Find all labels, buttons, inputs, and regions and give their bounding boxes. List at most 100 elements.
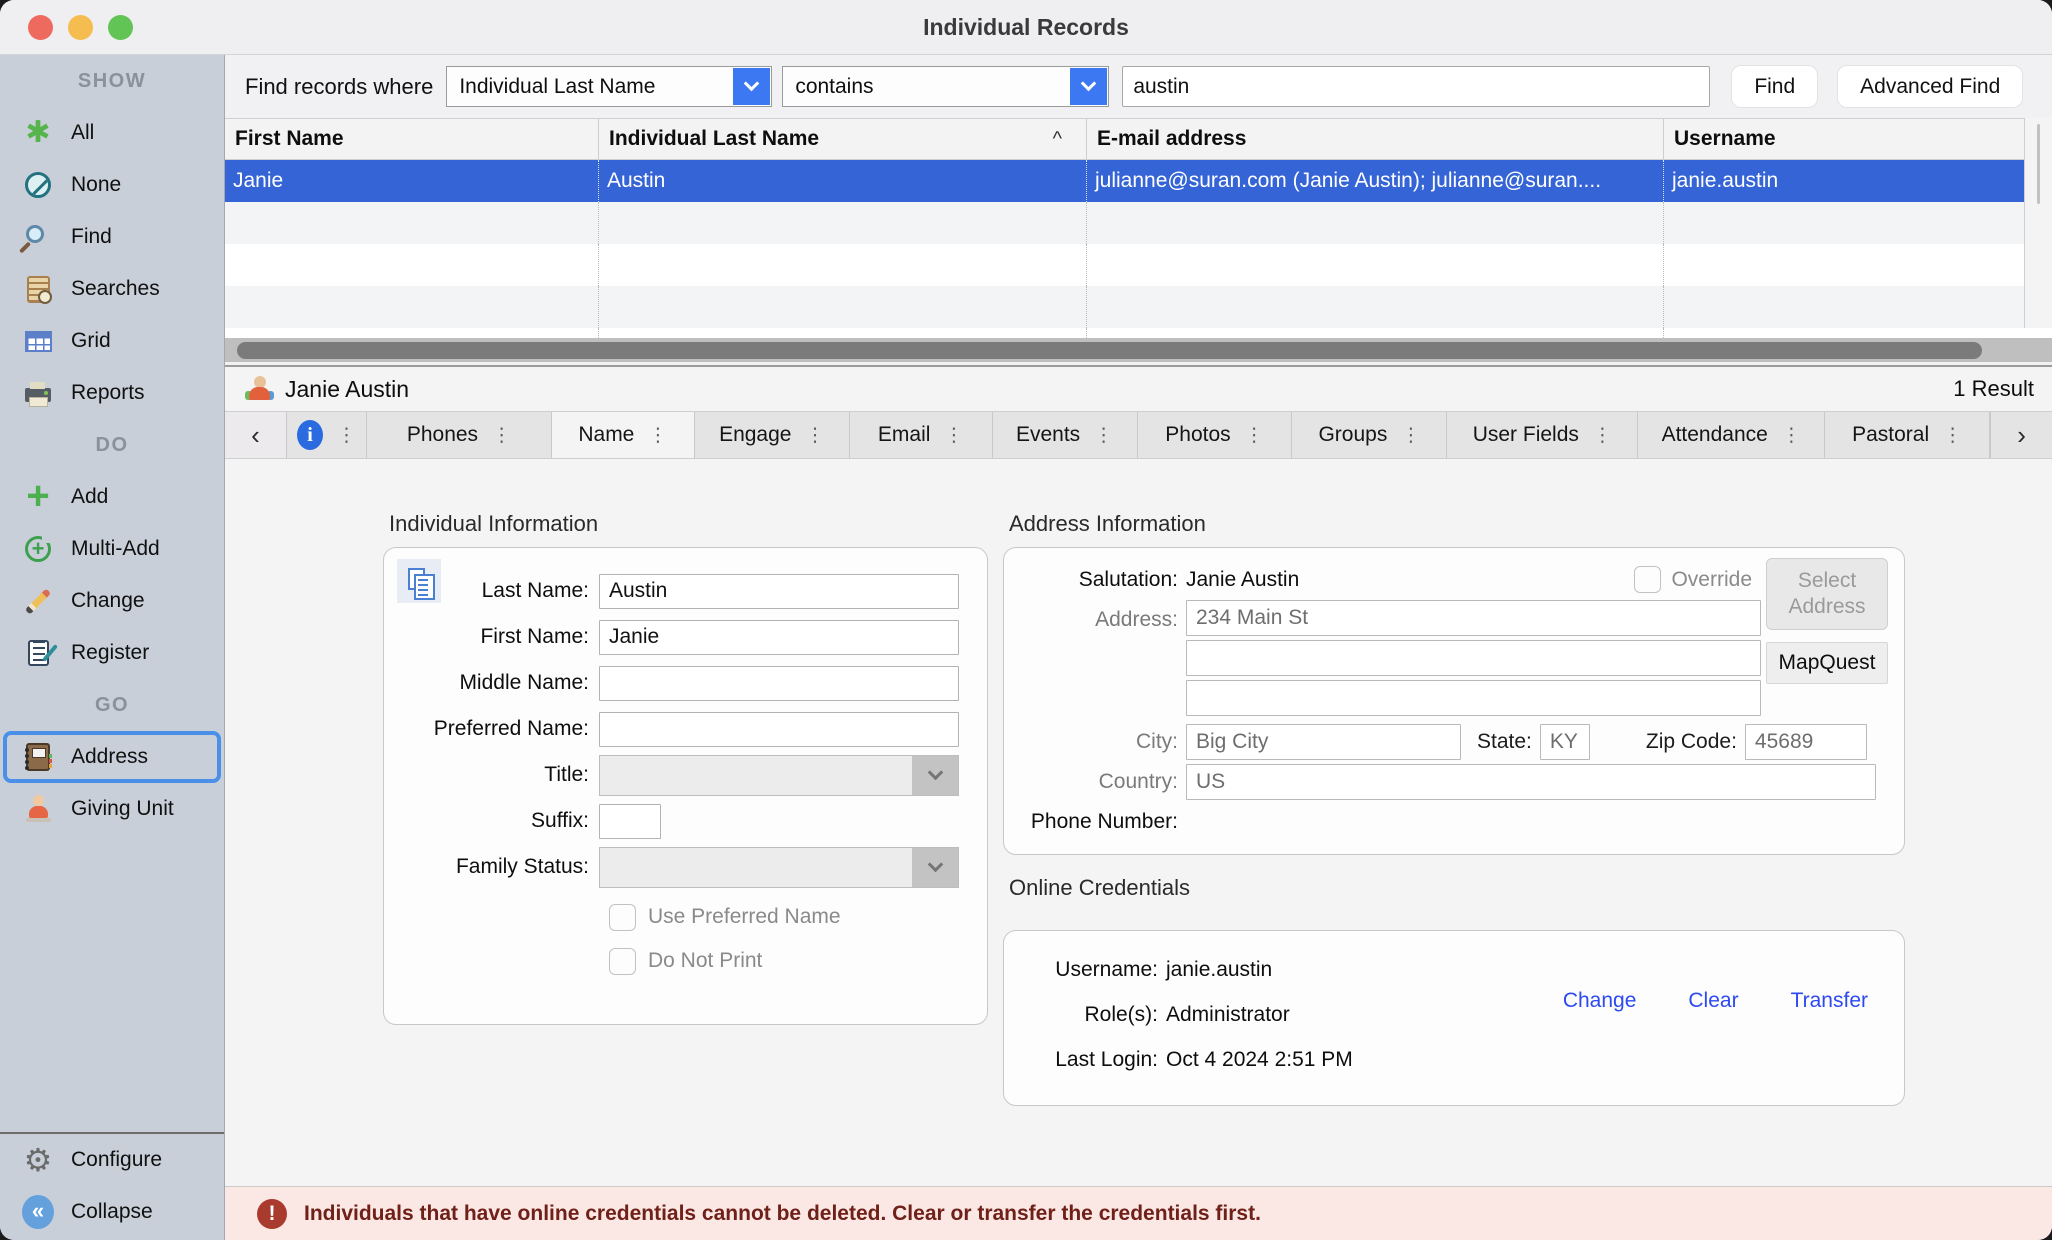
sidebar-item-all[interactable]: All xyxy=(0,107,224,159)
info-icon: i xyxy=(297,420,323,450)
sidebar-item-add[interactable]: Add xyxy=(0,471,224,523)
vertical-scrollbar[interactable] xyxy=(2024,118,2052,328)
tab-menu-dots-icon[interactable]: ⋮ xyxy=(1593,424,1612,446)
zip-code-field[interactable] xyxy=(1745,724,1867,760)
saved-searches-icon xyxy=(22,273,54,305)
tab-menu-dots-icon[interactable]: ⋮ xyxy=(1094,424,1113,446)
family-status-select[interactable] xyxy=(599,847,959,888)
address-line2-field[interactable] xyxy=(1186,640,1761,676)
last-name-field[interactable] xyxy=(599,574,959,609)
tab-menu-dots-icon[interactable]: ⋮ xyxy=(492,424,511,446)
select-address-button[interactable]: Select Address xyxy=(1766,558,1888,630)
tab-events[interactable]: Events⋮ xyxy=(993,412,1138,458)
tabs-scroll-left-button[interactable]: ‹ xyxy=(225,412,287,458)
pencil-icon xyxy=(22,585,54,617)
do-not-print-checkbox[interactable] xyxy=(609,948,636,975)
table-row-empty xyxy=(225,286,2052,328)
field-select[interactable]: Individual Last Name xyxy=(446,66,772,107)
close-window-button[interactable] xyxy=(28,15,53,40)
tab-menu-dots-icon[interactable]: ⋮ xyxy=(1943,424,1962,446)
address-line3-field[interactable] xyxy=(1186,680,1761,716)
override-checkbox[interactable] xyxy=(1634,566,1661,593)
tab-email[interactable]: Email⋮ xyxy=(850,412,993,458)
change-credentials-link[interactable]: Change xyxy=(1563,989,1637,1013)
table-row-empty xyxy=(225,328,2052,338)
sidebar-item-find[interactable]: Find xyxy=(0,211,224,263)
column-header-last-name[interactable]: Individual Last Name ^ xyxy=(598,119,1086,159)
use-preferred-name-label: Use Preferred Name xyxy=(648,905,841,929)
tab-name[interactable]: Name⋮ xyxy=(552,412,695,458)
chevron-down-icon[interactable] xyxy=(733,68,770,105)
tab-menu-dots-icon[interactable]: ⋮ xyxy=(944,424,963,446)
preferred-name-field[interactable] xyxy=(599,712,959,747)
minimize-window-button[interactable] xyxy=(68,15,93,40)
city-field[interactable] xyxy=(1186,724,1461,760)
sidebar-item-address[interactable]: Address xyxy=(3,731,221,783)
horizontal-scrollbar[interactable] xyxy=(225,338,2052,365)
table-row-empty xyxy=(225,244,2052,286)
tab-menu-dots-icon[interactable]: ⋮ xyxy=(1782,424,1801,446)
suffix-field[interactable] xyxy=(599,804,661,839)
tab-photos[interactable]: Photos⋮ xyxy=(1138,412,1293,458)
sidebar-item-grid[interactable]: Grid xyxy=(0,315,224,367)
copy-record-button[interactable] xyxy=(397,559,441,603)
sidebar-item-change[interactable]: Change xyxy=(0,575,224,627)
family-status-label: Family Status: xyxy=(384,855,599,879)
search-query-input[interactable] xyxy=(1122,66,1710,107)
sidebar-item-none[interactable]: None xyxy=(0,159,224,211)
tab-menu-dots-icon[interactable]: ⋮ xyxy=(337,424,356,446)
online-credentials-panel: Change Clear Transfer Username: janie.au… xyxy=(1003,930,1905,1106)
horizontal-scrollbar-thumb[interactable] xyxy=(237,342,1982,359)
tab-menu-dots-icon[interactable]: ⋮ xyxy=(648,424,667,446)
tab-user-fields[interactable]: User Fields⋮ xyxy=(1447,412,1638,458)
find-records-where-label: Find records where xyxy=(245,74,433,100)
grid-icon xyxy=(22,325,54,357)
clear-credentials-link[interactable]: Clear xyxy=(1688,989,1738,1013)
middle-name-label: Middle Name: xyxy=(384,671,599,695)
results-table: First Name Individual Last Name ^ E-mail… xyxy=(225,118,2052,365)
sidebar-item-reports[interactable]: Reports xyxy=(0,367,224,419)
column-header-email[interactable]: E-mail address xyxy=(1086,119,1663,159)
chevron-down-icon xyxy=(912,756,958,795)
tab-info[interactable]: i ⋮ xyxy=(287,412,367,458)
tab-engage[interactable]: Engage⋮ xyxy=(695,412,850,458)
column-header-first-name[interactable]: First Name xyxy=(225,119,598,159)
operator-select[interactable]: contains xyxy=(782,66,1109,107)
sidebar-item-multi-add[interactable]: Multi-Add xyxy=(0,523,224,575)
sidebar-section-go: GO xyxy=(0,679,224,731)
address-line1-field[interactable] xyxy=(1186,600,1761,636)
sidebar-item-searches[interactable]: Searches xyxy=(0,263,224,315)
middle-name-field[interactable] xyxy=(599,666,959,701)
tab-menu-dots-icon[interactable]: ⋮ xyxy=(1401,424,1420,446)
title-select[interactable] xyxy=(599,755,959,796)
advanced-find-button[interactable]: Advanced Find xyxy=(1837,65,2023,108)
tab-attendance[interactable]: Attendance⋮ xyxy=(1638,412,1825,458)
sidebar-item-giving-unit[interactable]: Giving Unit xyxy=(0,783,224,835)
sidebar-item-configure[interactable]: ⚙ Configure xyxy=(0,1134,224,1186)
tab-groups[interactable]: Groups⋮ xyxy=(1292,412,1447,458)
tabs-scroll-right-button[interactable]: › xyxy=(1990,412,2052,458)
tab-menu-dots-icon[interactable]: ⋮ xyxy=(805,424,824,446)
sidebar-item-collapse[interactable]: « Collapse xyxy=(0,1186,224,1238)
state-field[interactable] xyxy=(1540,724,1590,760)
sidebar-item-register[interactable]: Register xyxy=(0,627,224,679)
country-field[interactable] xyxy=(1186,764,1876,800)
tab-pastoral[interactable]: Pastoral⋮ xyxy=(1825,412,1990,458)
tab-phones[interactable]: Phones⋮ xyxy=(367,412,552,458)
column-header-username[interactable]: Username xyxy=(1663,119,2024,159)
phone-number-label: Phone Number: xyxy=(1004,810,1186,834)
transfer-credentials-link[interactable]: Transfer xyxy=(1791,989,1868,1013)
tab-menu-dots-icon[interactable]: ⋮ xyxy=(1245,424,1264,446)
last-login-value: Oct 4 2024 2:51 PM xyxy=(1166,1048,1353,1072)
country-label: Country: xyxy=(1004,770,1186,794)
table-row-selected[interactable]: Janie Austin julianne@suran.com (Janie A… xyxy=(225,160,2052,202)
first-name-field[interactable] xyxy=(599,620,959,655)
first-name-label: First Name: xyxy=(384,625,599,649)
person-desk-icon xyxy=(22,793,54,825)
find-button[interactable]: Find xyxy=(1731,65,1818,108)
use-preferred-name-checkbox[interactable] xyxy=(609,904,636,931)
do-not-print-label: Do Not Print xyxy=(648,949,762,973)
mapquest-button[interactable]: MapQuest xyxy=(1766,642,1888,684)
chevron-down-icon[interactable] xyxy=(1070,68,1107,105)
zoom-window-button[interactable] xyxy=(108,15,133,40)
